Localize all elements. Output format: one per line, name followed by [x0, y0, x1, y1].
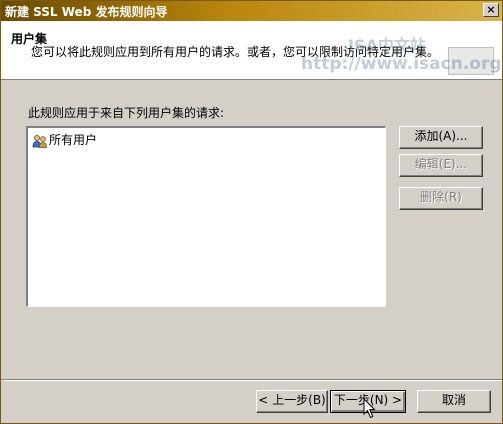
cancel-button[interactable]: 取消	[417, 390, 491, 413]
user-sets-label: 此规则应用于来自下列用户集的请求:	[28, 106, 225, 120]
close-button[interactable]: ×	[483, 3, 499, 17]
users-icon	[32, 134, 47, 148]
mouse-pointer-icon	[363, 398, 376, 419]
footer-separator	[1, 379, 502, 381]
edit-button[interactable]: 编辑(E)...	[399, 154, 483, 177]
back-button[interactable]: < 上一步(B)	[256, 390, 328, 413]
user-sets-listbox[interactable]: 所有用户	[26, 126, 386, 307]
window-title: 新建 SSL Web 发布规则向导	[5, 5, 168, 19]
watermark-site-name: ISA中文站	[348, 36, 426, 55]
remove-button[interactable]: 删除(R)	[399, 187, 483, 210]
title-bar[interactable]: 新建 SSL Web 发布规则向导 ×	[1, 1, 502, 21]
watermark-url: http://www.isacn.org	[301, 54, 502, 74]
add-button[interactable]: 添加(A)...	[399, 126, 483, 149]
list-item-label: 所有用户	[49, 133, 98, 147]
list-item[interactable]: 所有用户	[32, 132, 97, 148]
wizard-window: 新建 SSL Web 发布规则向导 × 用户集 您可以将此规则应用到所有用户的请…	[0, 0, 503, 424]
wizard-header: 用户集 您可以将此规则应用到所有用户的请求。或者，您可以限制访问特定用户集。 I…	[1, 21, 502, 80]
